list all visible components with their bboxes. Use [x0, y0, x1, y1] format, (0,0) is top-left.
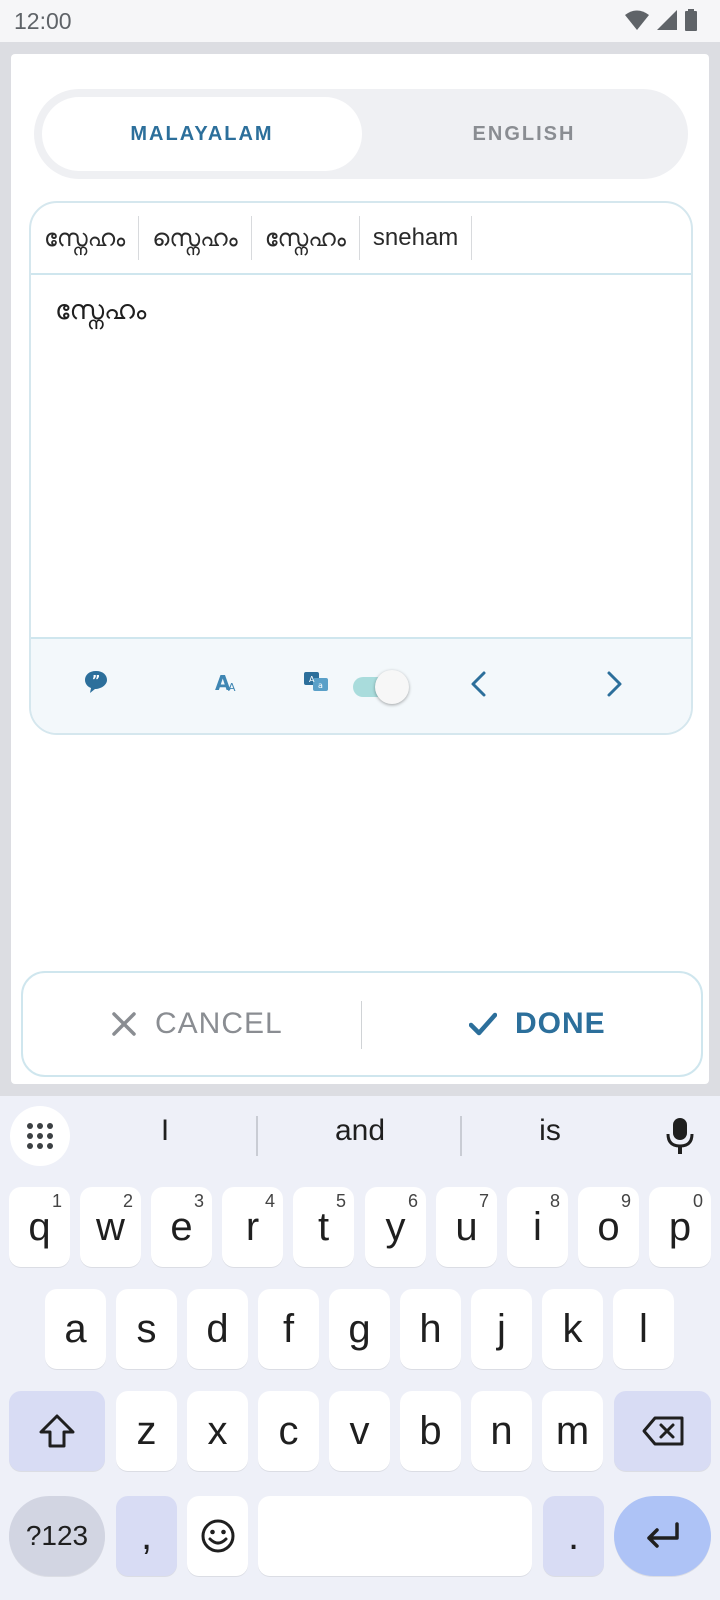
emoji-key[interactable]	[187, 1496, 248, 1576]
key-e[interactable]: e3	[151, 1187, 212, 1267]
key-w[interactable]: w2	[80, 1187, 141, 1267]
suggestion-divider	[256, 1116, 258, 1156]
tab-english[interactable]: ENGLISH	[368, 97, 680, 171]
key-r[interactable]: r4	[222, 1187, 283, 1267]
key-k[interactable]: k	[542, 1289, 603, 1369]
status-bar: 12:00	[0, 0, 720, 42]
space-key[interactable]	[258, 1496, 532, 1576]
key-l[interactable]: l	[613, 1289, 674, 1369]
text-input-area[interactable]: സ്നേഹം	[31, 275, 691, 639]
tab-malayalam[interactable]: MALAYALAM	[42, 97, 362, 171]
key-z[interactable]: z	[116, 1391, 177, 1471]
key-o[interactable]: o9	[578, 1187, 639, 1267]
svg-text:a: a	[318, 681, 323, 690]
enter-key[interactable]	[614, 1496, 711, 1576]
transliteration-switch[interactable]	[351, 669, 409, 705]
key-m[interactable]: m	[542, 1391, 603, 1471]
editor-card: സ്നേഹം സ്നെഹം സ്നേഹം sneham സ്നേഹം ” A A…	[29, 201, 693, 735]
transliteration-suggestions: സ്നേഹം സ്നെഹം സ്നേഹം sneham	[31, 203, 691, 275]
backspace-icon	[642, 1416, 683, 1446]
symbols-key[interactable]: ?123	[9, 1496, 105, 1576]
apps-grid-icon	[27, 1123, 53, 1149]
key-n[interactable]: n	[471, 1391, 532, 1471]
shift-key[interactable]	[9, 1391, 105, 1471]
key-i[interactable]: i8	[507, 1187, 568, 1267]
suggestion-divider	[460, 1116, 462, 1156]
svg-text:”: ”	[92, 674, 101, 689]
font-size-icon[interactable]: A A	[213, 669, 239, 695]
cancel-button[interactable]: CANCEL	[111, 973, 283, 1075]
done-button[interactable]: DONE	[469, 973, 606, 1075]
key-t[interactable]: t5	[293, 1187, 354, 1267]
action-divider	[361, 1001, 362, 1049]
key-b[interactable]: b	[400, 1391, 461, 1471]
editor-toolbar: ” A A A a	[31, 639, 691, 733]
dialog-actions: CANCEL DONE	[21, 971, 703, 1077]
emoji-icon	[201, 1519, 234, 1553]
period-key[interactable]: .	[543, 1496, 604, 1576]
key-h[interactable]: h	[400, 1289, 461, 1369]
chevron-right-icon[interactable]	[601, 669, 627, 699]
language-toggle: MALAYALAM ENGLISH	[34, 89, 688, 179]
text-content: സ്നേഹം	[55, 295, 147, 326]
key-p[interactable]: p0	[649, 1187, 711, 1267]
key-v[interactable]: v	[329, 1391, 390, 1471]
suggestion-chip[interactable]: സ്നേഹം	[252, 216, 360, 260]
check-icon	[469, 1012, 497, 1036]
key-a[interactable]: a	[45, 1289, 106, 1369]
translate-icon[interactable]: A a	[303, 669, 329, 695]
suggestion-chip[interactable]: സ്നെഹം	[139, 216, 252, 260]
key-c[interactable]: c	[258, 1391, 319, 1471]
key-u[interactable]: u7	[436, 1187, 497, 1267]
suggestion-chip[interactable]: sneham	[360, 216, 473, 260]
suggestion-chip[interactable]: സ്നേഹം	[31, 216, 140, 260]
key-f[interactable]: f	[258, 1289, 319, 1369]
switch-thumb	[375, 670, 409, 704]
key-d[interactable]: d	[187, 1289, 248, 1369]
key-x[interactable]: x	[187, 1391, 248, 1471]
shift-icon	[39, 1414, 75, 1448]
status-icons	[624, 9, 698, 31]
keyboard-suggestion[interactable]: and	[300, 1114, 420, 1148]
quote-icon[interactable]: ”	[83, 669, 109, 695]
close-icon	[112, 1012, 136, 1036]
backspace-key[interactable]	[614, 1391, 711, 1471]
key-s[interactable]: s	[116, 1289, 177, 1369]
keyboard-menu-button[interactable]	[10, 1106, 70, 1166]
microphone-icon[interactable]	[662, 1116, 698, 1156]
svg-text:A: A	[309, 675, 315, 684]
chevron-left-icon[interactable]	[466, 669, 492, 699]
keyboard-suggestion[interactable]: is	[510, 1114, 590, 1148]
comma-key[interactable]: ,	[116, 1496, 177, 1576]
key-g[interactable]: g	[329, 1289, 390, 1369]
enter-icon	[646, 1522, 679, 1548]
svg-text:A: A	[228, 681, 236, 694]
battery-icon	[685, 9, 697, 31]
signal-icon	[657, 10, 677, 30]
keyboard-suggestion[interactable]: I	[145, 1114, 185, 1148]
cancel-label: CANCEL	[155, 1007, 283, 1040]
key-y[interactable]: y6	[365, 1187, 426, 1267]
key-q[interactable]: q1	[9, 1187, 70, 1267]
status-time: 12:00	[14, 8, 72, 34]
soft-keyboard: I and is q1 w2 e3 r4 t5 y6 u7 i8 o9 p0 a…	[0, 1096, 720, 1600]
wifi-icon	[625, 10, 649, 30]
done-label: DONE	[515, 1007, 606, 1040]
keyboard-suggestion-strip: I and is	[0, 1096, 720, 1176]
key-j[interactable]: j	[471, 1289, 532, 1369]
